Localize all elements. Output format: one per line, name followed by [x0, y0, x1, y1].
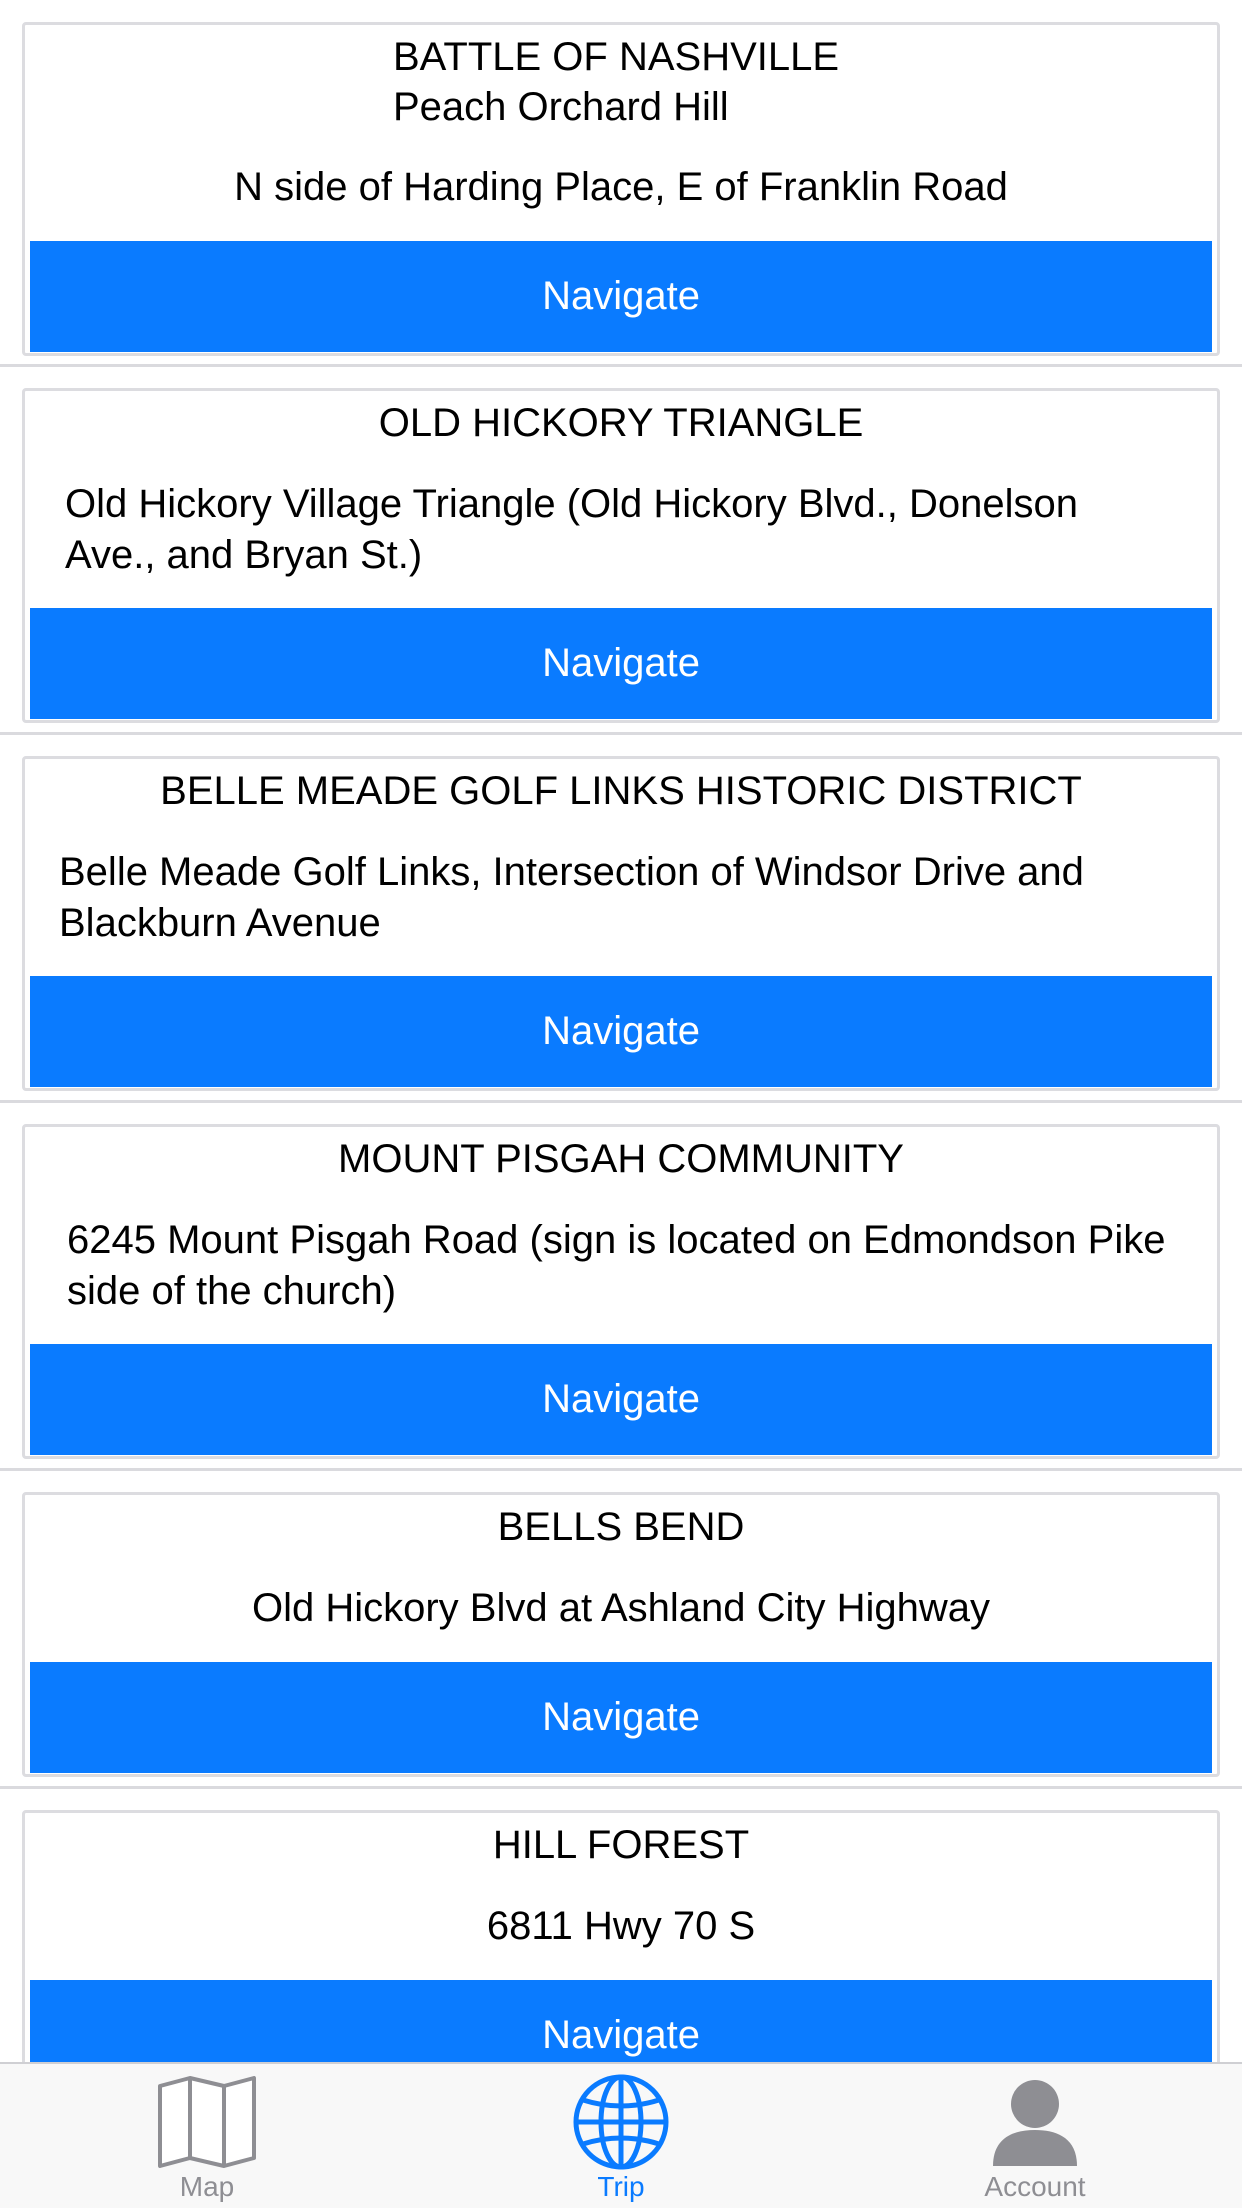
location-card: BATTLE OF NASHVILLE Peach Orchard Hill N…: [22, 22, 1220, 356]
location-title: BELLE MEADE GOLF LINKS HISTORIC DISTRICT: [160, 769, 1082, 813]
list-item: BELLS BEND Old Hickory Blvd at Ashland C…: [0, 1471, 1242, 1789]
navigate-button[interactable]: Navigate: [30, 1980, 1212, 2062]
tab-label: Map: [179, 2171, 235, 2202]
navigate-button[interactable]: Navigate: [30, 976, 1212, 1087]
list-item: OLD HICKORY TRIANGLE Old Hickory Village…: [0, 367, 1242, 735]
tab-trip[interactable]: Trip: [414, 2064, 828, 2208]
location-list[interactable]: BATTLE OF NASHVILLE Peach Orchard Hill N…: [0, 0, 1242, 2062]
location-subtitle: Peach Orchard Hill: [393, 85, 729, 129]
location-card: BELLS BEND Old Hickory Blvd at Ashland C…: [22, 1492, 1220, 1777]
tab-bar: Map Trip Account: [0, 2062, 1242, 2208]
location-card: MOUNT PISGAH COMMUNITY 6245 Mount Pisgah…: [22, 1124, 1220, 1459]
navigate-button[interactable]: Navigate: [30, 1662, 1212, 1773]
location-address: Old Hickory Village Triangle (Old Hickor…: [65, 482, 1078, 577]
location-address: 6245 Mount Pisgah Road (sign is located …: [67, 1218, 1166, 1313]
navigate-button[interactable]: Navigate: [30, 241, 1212, 352]
location-card: BELLE MEADE GOLF LINKS HISTORIC DISTRICT…: [22, 756, 1220, 1091]
tab-map[interactable]: Map: [0, 2064, 414, 2208]
tab-label: Trip: [597, 2171, 645, 2202]
navigate-button[interactable]: Navigate: [30, 608, 1212, 719]
globe-icon: [573, 2074, 669, 2170]
list-item: BELLE MEADE GOLF LINKS HISTORIC DISTRICT…: [0, 735, 1242, 1103]
location-title: HILL FOREST: [492, 1823, 750, 1867]
trip-screen: BATTLE OF NASHVILLE Peach Orchard Hill N…: [0, 0, 1242, 2208]
navigate-button[interactable]: Navigate: [30, 1344, 1212, 1455]
list-item: BATTLE OF NASHVILLE Peach Orchard Hill N…: [0, 0, 1242, 367]
location-title: MOUNT PISGAH COMMUNITY: [338, 1137, 904, 1181]
map-icon: [158, 2076, 256, 2168]
location-card: HILL FOREST 6811 Hwy 70 S Navigate: [22, 1810, 1220, 2062]
list-item: HILL FOREST 6811 Hwy 70 S Navigate: [0, 1789, 1242, 2062]
location-title: BELLS BEND: [497, 1505, 745, 1549]
tab-account[interactable]: Account: [828, 2064, 1242, 2208]
tab-label: Account: [984, 2171, 1086, 2202]
person-icon: [993, 2080, 1077, 2166]
location-address: Old Hickory Blvd at Ashland City Highway: [251, 1586, 991, 1630]
location-card: OLD HICKORY TRIANGLE Old Hickory Village…: [22, 388, 1220, 723]
location-address: Belle Meade Golf Links, Intersection of …: [59, 850, 1084, 945]
location-title: OLD HICKORY TRIANGLE: [378, 401, 864, 445]
location-address: 6811 Hwy 70 S: [486, 1904, 756, 1948]
location-title: BATTLE OF NASHVILLE: [393, 35, 840, 79]
location-address: N side of Harding Place, E of Franklin R…: [234, 165, 1008, 209]
list-item: MOUNT PISGAH COMMUNITY 6245 Mount Pisgah…: [0, 1103, 1242, 1471]
